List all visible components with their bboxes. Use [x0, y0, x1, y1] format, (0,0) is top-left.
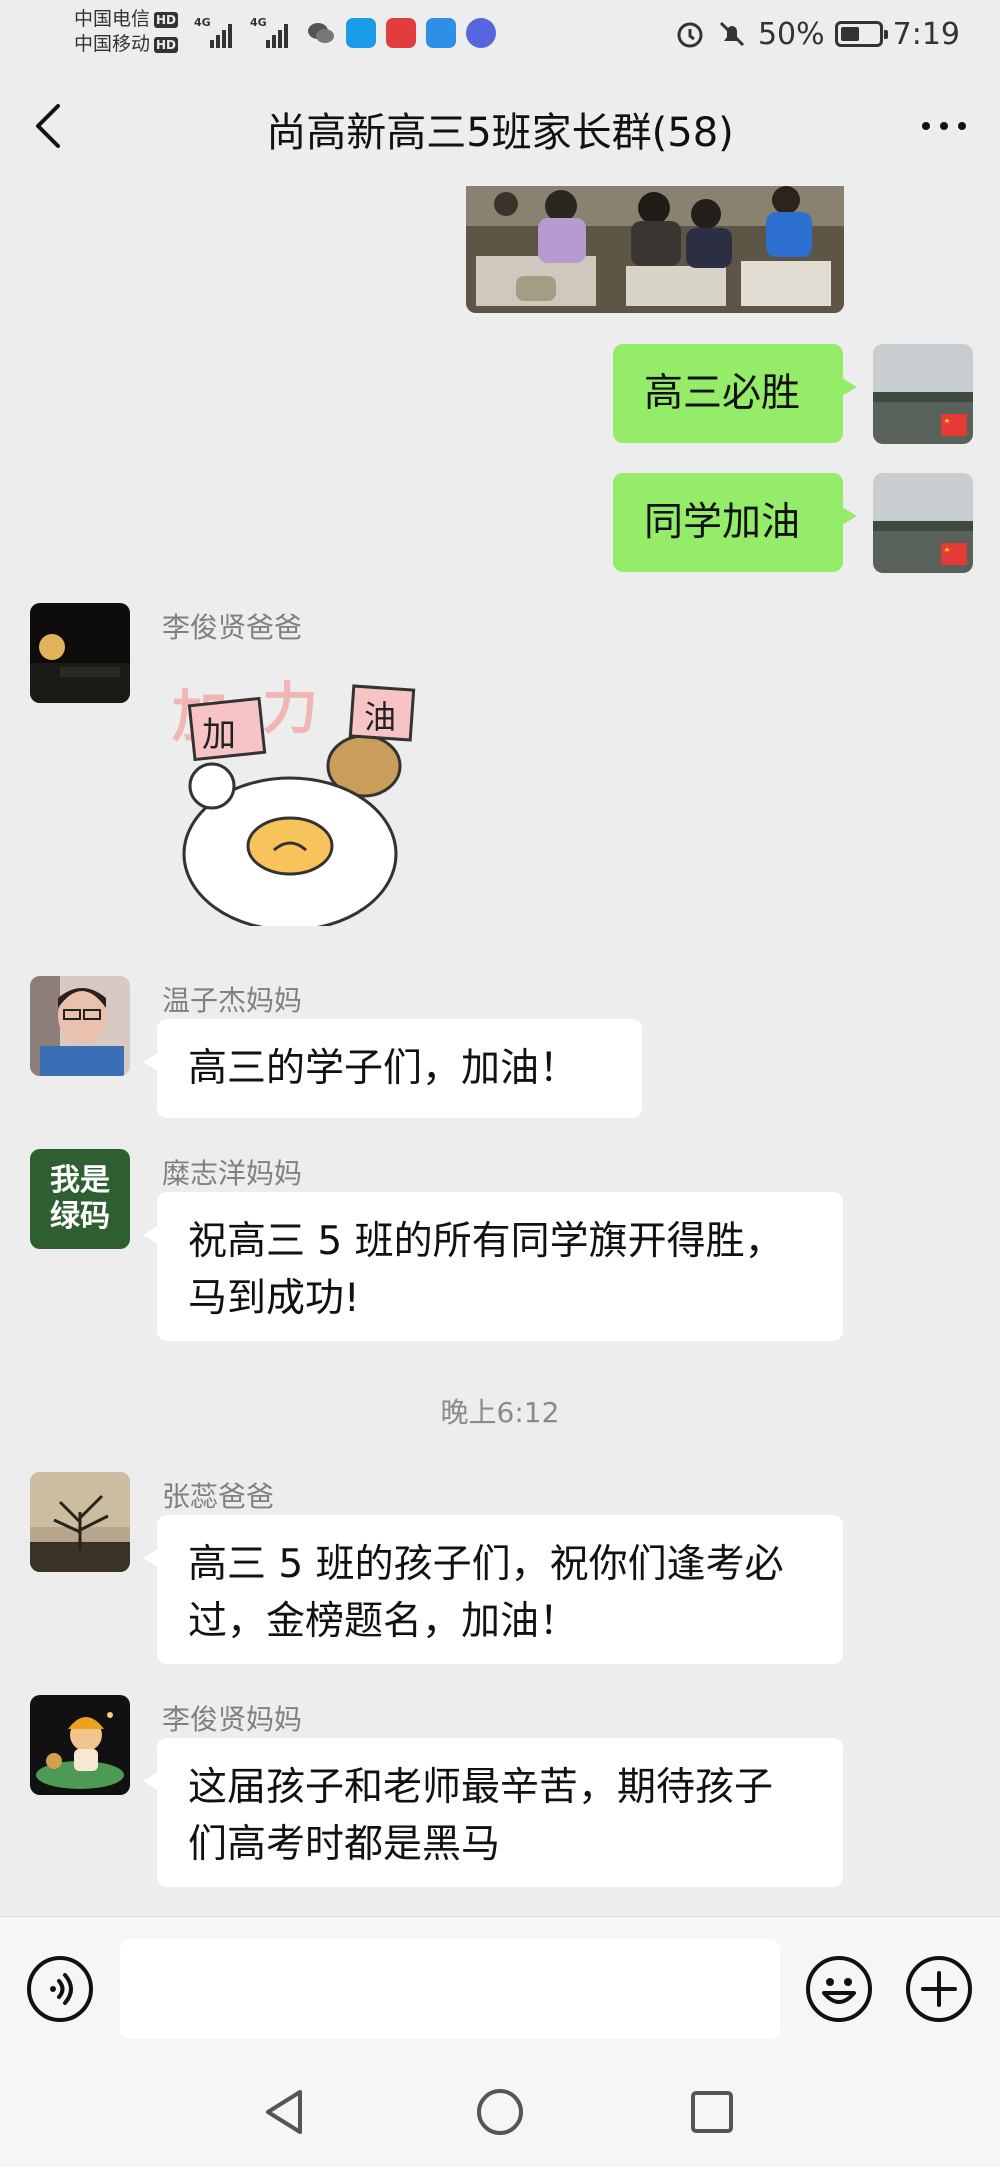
contact-avatar[interactable] [30, 1695, 130, 1795]
status-bar: 中国电信 HD 中国移动 HD 4G 4G 50% 7:19 [0, 0, 1000, 66]
sticker-sign-1: 加 [202, 715, 236, 755]
plus-icon[interactable] [906, 1956, 972, 2022]
message-text-line: 这届孩子和老师最辛苦，期待孩子 [188, 1765, 774, 1810]
message-text: 高三的学子们，加油！ [188, 1046, 579, 1091]
message-text-line: 高三 5 班的孩子们，祝你们逢考必 [188, 1542, 784, 1587]
image-message[interactable] [466, 186, 844, 313]
emoji-icon[interactable] [806, 1956, 872, 2022]
hd-badge-2: HD [154, 36, 179, 53]
sender-name: 李俊贤妈妈 [162, 1703, 303, 1736]
music-app-icon [466, 18, 496, 48]
battery-icon [834, 21, 888, 47]
sender-name: 糜志洋妈妈 [162, 1157, 303, 1190]
chat-title: 尚高新高三5班家长群(58) [266, 110, 734, 156]
message-text: 高三必胜 [644, 371, 801, 416]
message-text-line: 祝高三 5 班的所有同学旗开得胜， [188, 1219, 784, 1264]
back-triangle-icon[interactable] [258, 2084, 314, 2140]
classroom-photo [466, 186, 844, 313]
message-bubble[interactable]: 祝高三 5 班的所有同学旗开得胜， 马到成功! [143, 1192, 843, 1341]
sticker-sign-2: 油 [364, 698, 396, 736]
my-message-bubble[interactable]: 同学加油 [613, 473, 857, 572]
reader-app-icon [386, 18, 416, 48]
more-options-icon[interactable] [914, 106, 974, 146]
message-list[interactable]: 高三必胜 同学加油 李俊贤爸爸 力 加 油 温子杰妈妈 高三的学子们，加油！ 我… [0, 186, 1000, 1916]
cloud-app-icon [426, 18, 456, 48]
sender-name: 张蕊爸爸 [162, 1480, 275, 1513]
sticker-text-2: 力 [262, 677, 318, 742]
message-bubble[interactable]: 高三 5 班的孩子们，祝你们逢考必 过，金榜题名，加油！ [143, 1515, 843, 1664]
battery-percent: 50% [757, 16, 825, 52]
system-navigation-bar [0, 2056, 1000, 2167]
network-type-1: 4G [194, 16, 211, 29]
timestamp-divider: 晚上6:12 [440, 1396, 560, 1429]
my-message-bubble[interactable]: 高三必胜 [613, 344, 857, 443]
sender-name: 李俊贤爸爸 [162, 611, 303, 644]
message-bubble[interactable]: 这届孩子和老师最辛苦，期待孩子 们高考时都是黑马 [143, 1738, 843, 1887]
message-text-line: 过，金榜题名，加油！ [188, 1599, 579, 1644]
carrier-1: 中国电信 [74, 8, 151, 30]
carrier-labels: 中国电信 HD 中国移动 HD [74, 7, 179, 57]
chat-input-bar [0, 1916, 1000, 2056]
contact-avatar[interactable]: 我是 绿码 [30, 1149, 130, 1249]
message-text-line: 马到成功! [188, 1276, 360, 1321]
avatar-text: 绿码 [50, 1199, 110, 1234]
clock: 7:19 [892, 16, 960, 52]
alarm-icon [677, 22, 703, 48]
message-text-line: 们高考时都是黑马 [188, 1822, 501, 1867]
sticker-message[interactable]: 加 力 加 油 [172, 666, 452, 926]
mute-icon [719, 21, 744, 47]
avatar-text: 我是 [50, 1163, 110, 1198]
my-avatar[interactable] [873, 473, 973, 573]
contact-avatar[interactable] [30, 976, 130, 1076]
sender-name: 温子杰妈妈 [162, 984, 303, 1017]
my-avatar[interactable] [873, 344, 973, 444]
contact-avatar[interactable] [30, 603, 130, 703]
home-circle-icon[interactable] [472, 2084, 528, 2140]
recents-square-icon[interactable] [684, 2084, 740, 2140]
message-bubble[interactable]: 高三的学子们，加油！ [143, 1019, 642, 1118]
message-text: 同学加油 [644, 500, 801, 545]
network-type-2: 4G [250, 16, 267, 29]
contact-avatar[interactable] [30, 1472, 130, 1572]
message-input[interactable] [120, 1939, 780, 2039]
carrier-2: 中国移动 [74, 33, 151, 55]
voice-icon[interactable] [27, 1956, 93, 2022]
search-app-icon [346, 18, 376, 48]
hd-badge-1: HD [154, 11, 179, 28]
wechat-icon [308, 23, 334, 43]
chat-header: 尚高新高三5班家长群(58) [0, 66, 1000, 186]
